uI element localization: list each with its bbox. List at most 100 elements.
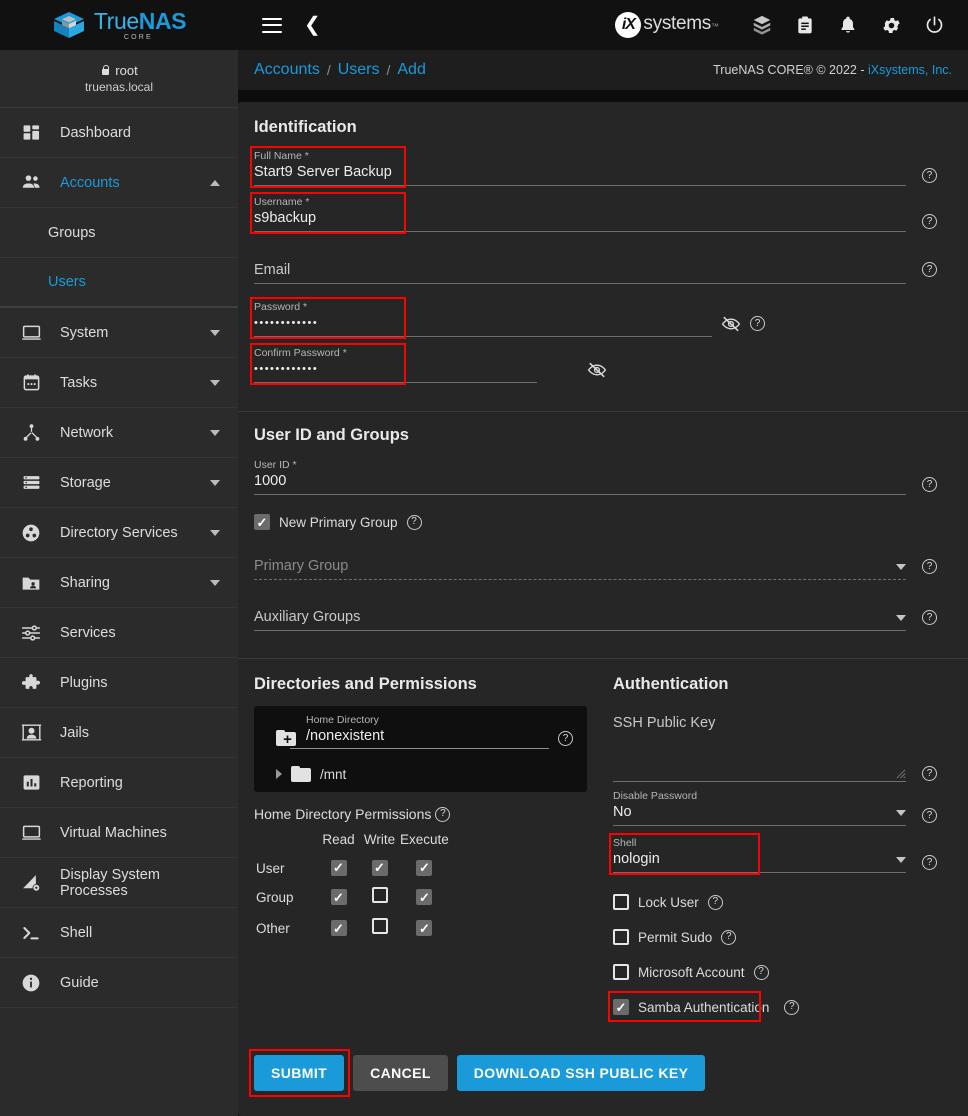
password-help-icon[interactable]: ? (750, 316, 765, 331)
sidebar-item-tasks[interactable]: Tasks (0, 358, 238, 408)
perm-user-write-checkbox[interactable] (372, 860, 388, 876)
tree-node-mnt[interactable]: /mnt (264, 766, 577, 782)
directories-authentication-row: Directories and Permissions + Home Direc… (238, 659, 968, 1015)
auxiliary-groups-select[interactable]: Auxiliary Groups (254, 608, 896, 627)
truenas-logo[interactable]: TrueNAS CORE (0, 10, 238, 41)
new-primary-group-help-icon[interactable]: ? (407, 515, 422, 530)
confirm-password-input[interactable]: •••••••••••• (254, 360, 537, 379)
sidebar-item-users[interactable]: Users (0, 258, 238, 308)
lock-user-row[interactable]: Lock User ? (613, 894, 952, 910)
trademark-symbol: ™ (711, 22, 719, 31)
sidebar-item-reporting[interactable]: Reporting (0, 758, 238, 808)
perm-other-execute-checkbox[interactable] (416, 920, 432, 936)
sidebar-item-virtual-machines[interactable]: Virtual Machines (0, 808, 238, 858)
perm-user-execute-checkbox[interactable] (416, 860, 432, 876)
download-ssh-public-key-button[interactable]: DOWNLOAD SSH PUBLIC KEY (457, 1055, 706, 1091)
perm-other-write-checkbox[interactable] (372, 918, 388, 934)
sidebar-item-groups[interactable]: Groups (0, 208, 238, 258)
breadcrumb-add[interactable]: Add (397, 61, 425, 79)
new-primary-group-row[interactable]: New Primary Group ? (254, 514, 952, 530)
ssh-public-key-field[interactable]: SSH Public Key (613, 714, 952, 782)
copyright-text: TrueNAS CORE® © 2022 - (713, 63, 868, 77)
email-input[interactable]: Email (254, 261, 906, 280)
home-directory-input[interactable]: /nonexistent (290, 727, 549, 746)
home-directory-help-icon[interactable]: ? (558, 731, 573, 746)
perm-group-execute-checkbox[interactable] (416, 889, 432, 905)
chevron-left-icon[interactable]: ❮ (304, 15, 321, 35)
username-field[interactable]: Username * s9backup (254, 196, 952, 232)
breadcrumb-users[interactable]: Users (338, 61, 380, 79)
disable-password-help-icon[interactable]: ? (922, 808, 937, 823)
home-directory-row[interactable]: + Home Directory /nonexistent ? (264, 714, 577, 749)
resize-handle-icon[interactable] (895, 768, 906, 779)
sidebar-item-system[interactable]: System (0, 308, 238, 358)
disable-password-field[interactable]: Disable Password No (613, 790, 952, 826)
cancel-button[interactable]: CANCEL (353, 1055, 448, 1091)
sidebar-item-sharing[interactable]: Sharing (0, 558, 238, 608)
sidebar-item-shell[interactable]: Shell (0, 908, 238, 958)
permit-sudo-checkbox[interactable] (613, 929, 629, 945)
sidebar-item-services[interactable]: Services (0, 608, 238, 658)
password-visibility-toggle-icon[interactable] (721, 316, 741, 337)
perm-other-read-checkbox[interactable] (331, 920, 347, 936)
shell-help-icon[interactable]: ? (922, 855, 937, 870)
auxiliary-groups-field[interactable]: Auxiliary Groups (254, 600, 952, 631)
bell-icon[interactable] (836, 13, 860, 37)
ssh-public-key-help-icon[interactable]: ? (922, 766, 937, 781)
submit-button[interactable]: SUBMIT (254, 1055, 344, 1091)
password-field[interactable]: Password * •••••••••••• (254, 301, 952, 337)
home-directory-label: Home Directory (290, 714, 549, 727)
confirm-password-visibility-toggle-icon[interactable] (587, 362, 607, 383)
username-input[interactable]: s9backup (254, 209, 906, 228)
perm-group-write-checkbox[interactable] (372, 887, 388, 903)
sidebar-item-jails[interactable]: Jails (0, 708, 238, 758)
gear-icon[interactable] (879, 13, 903, 37)
samba-authentication-help-icon[interactable]: ? (784, 1000, 799, 1015)
microsoft-account-help-icon[interactable]: ? (754, 965, 769, 980)
full-name-help-icon[interactable]: ? (922, 168, 937, 183)
password-input[interactable]: •••••••••••• (254, 314, 712, 333)
sidebar-item-accounts[interactable]: Accounts (0, 158, 238, 208)
microsoft-account-row[interactable]: Microsoft Account ? (613, 964, 952, 980)
sidebar-item-guide[interactable]: Guide (0, 958, 238, 1008)
permit-sudo-help-icon[interactable]: ? (721, 930, 736, 945)
perm-group-read-checkbox[interactable] (331, 889, 347, 905)
microsoft-account-checkbox[interactable] (613, 964, 629, 980)
home-directory-permissions-help-icon[interactable]: ? (435, 807, 450, 822)
sidebar-item-display-system-processes[interactable]: Display System Processes (0, 858, 238, 908)
primary-group-help-icon[interactable]: ? (922, 559, 937, 574)
breadcrumb-accounts[interactable]: Accounts (254, 61, 320, 79)
sidebar-item-dashboard[interactable]: Dashboard (0, 108, 238, 158)
sidebar-item-directory-services[interactable]: Directory Services (0, 508, 238, 558)
ssh-public-key-textarea[interactable]: SSH Public Key (613, 714, 906, 733)
samba-authentication-row[interactable]: Samba Authentication ? (613, 999, 952, 1015)
email-help-icon[interactable]: ? (922, 262, 937, 277)
username-help-icon[interactable]: ? (922, 214, 937, 229)
sidebar-item-plugins[interactable]: Plugins (0, 658, 238, 708)
user-id-help-icon[interactable]: ? (922, 477, 937, 492)
cube-icon[interactable] (750, 13, 774, 37)
shell-select[interactable]: nologin (613, 850, 896, 869)
auxiliary-groups-help-icon[interactable]: ? (922, 610, 937, 625)
ixsystems-link[interactable]: iXsystems, Inc. (868, 63, 952, 77)
power-icon[interactable] (922, 13, 946, 37)
lock-user-help-icon[interactable]: ? (708, 895, 723, 910)
disable-password-select[interactable]: No (613, 803, 896, 822)
new-primary-group-checkbox[interactable] (254, 514, 270, 530)
user-id-field[interactable]: User ID * 1000 (254, 459, 952, 495)
clipboard-icon[interactable] (793, 13, 817, 37)
hamburger-menu-icon[interactable] (262, 18, 282, 33)
chevron-right-icon[interactable] (276, 769, 282, 779)
permit-sudo-row[interactable]: Permit Sudo ? (613, 929, 952, 945)
lock-user-checkbox[interactable] (613, 894, 629, 910)
user-id-input[interactable]: 1000 (254, 472, 906, 491)
shell-field[interactable]: Shell nologin (613, 837, 952, 873)
full-name-input[interactable]: Start9 Server Backup (254, 163, 906, 182)
system-icon (14, 322, 48, 343)
perm-user-read-checkbox[interactable] (331, 860, 347, 876)
samba-authentication-checkbox[interactable] (613, 999, 629, 1015)
sidebar-item-storage[interactable]: Storage (0, 458, 238, 508)
sidebar-item-network[interactable]: Network (0, 408, 238, 458)
full-name-field[interactable]: Full Name * Start9 Server Backup (254, 150, 952, 186)
email-field[interactable]: Email (254, 252, 952, 284)
